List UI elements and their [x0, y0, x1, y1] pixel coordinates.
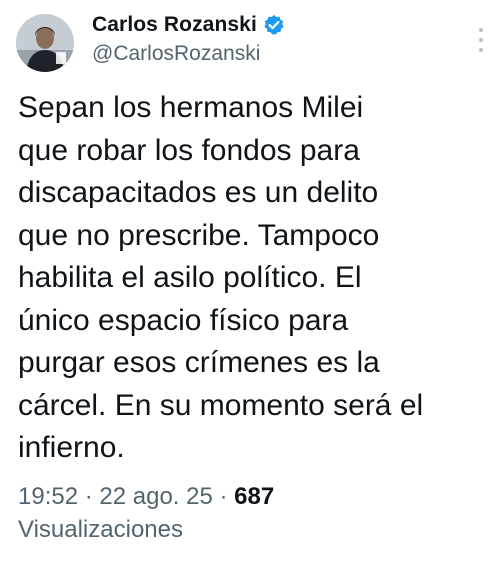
tweet-date[interactable]: 22 ago. 25 — [99, 483, 212, 510]
meta-separator: · — [78, 483, 100, 510]
views-label: Visualizaciones — [18, 516, 183, 543]
verified-badge-icon — [264, 15, 284, 35]
tweet-card: Carlos Rozanski @CarlosRozanski Sepan lo… — [0, 0, 504, 565]
more-options-icon[interactable] — [478, 28, 484, 52]
meta-separator: · — [212, 483, 235, 510]
tweet-time[interactable]: 19:52 — [18, 483, 78, 510]
more-dot — [479, 28, 483, 32]
avatar[interactable] — [16, 14, 74, 72]
tweet-text: Sepan los hermanos Milei que robar los f… — [18, 91, 424, 464]
author-display-name[interactable]: Carlos Rozanski — [92, 13, 257, 37]
more-dot — [479, 38, 483, 42]
avatar-photo — [16, 14, 74, 72]
tweet-meta: 19:52 · 22 ago. 25 · 687 Visualizaciones — [18, 480, 488, 546]
more-dot — [479, 48, 483, 52]
author-handle[interactable]: @CarlosRozanski — [92, 42, 260, 66]
author-name-row: Carlos Rozanski — [92, 10, 285, 40]
views-count: 687 — [234, 483, 275, 510]
